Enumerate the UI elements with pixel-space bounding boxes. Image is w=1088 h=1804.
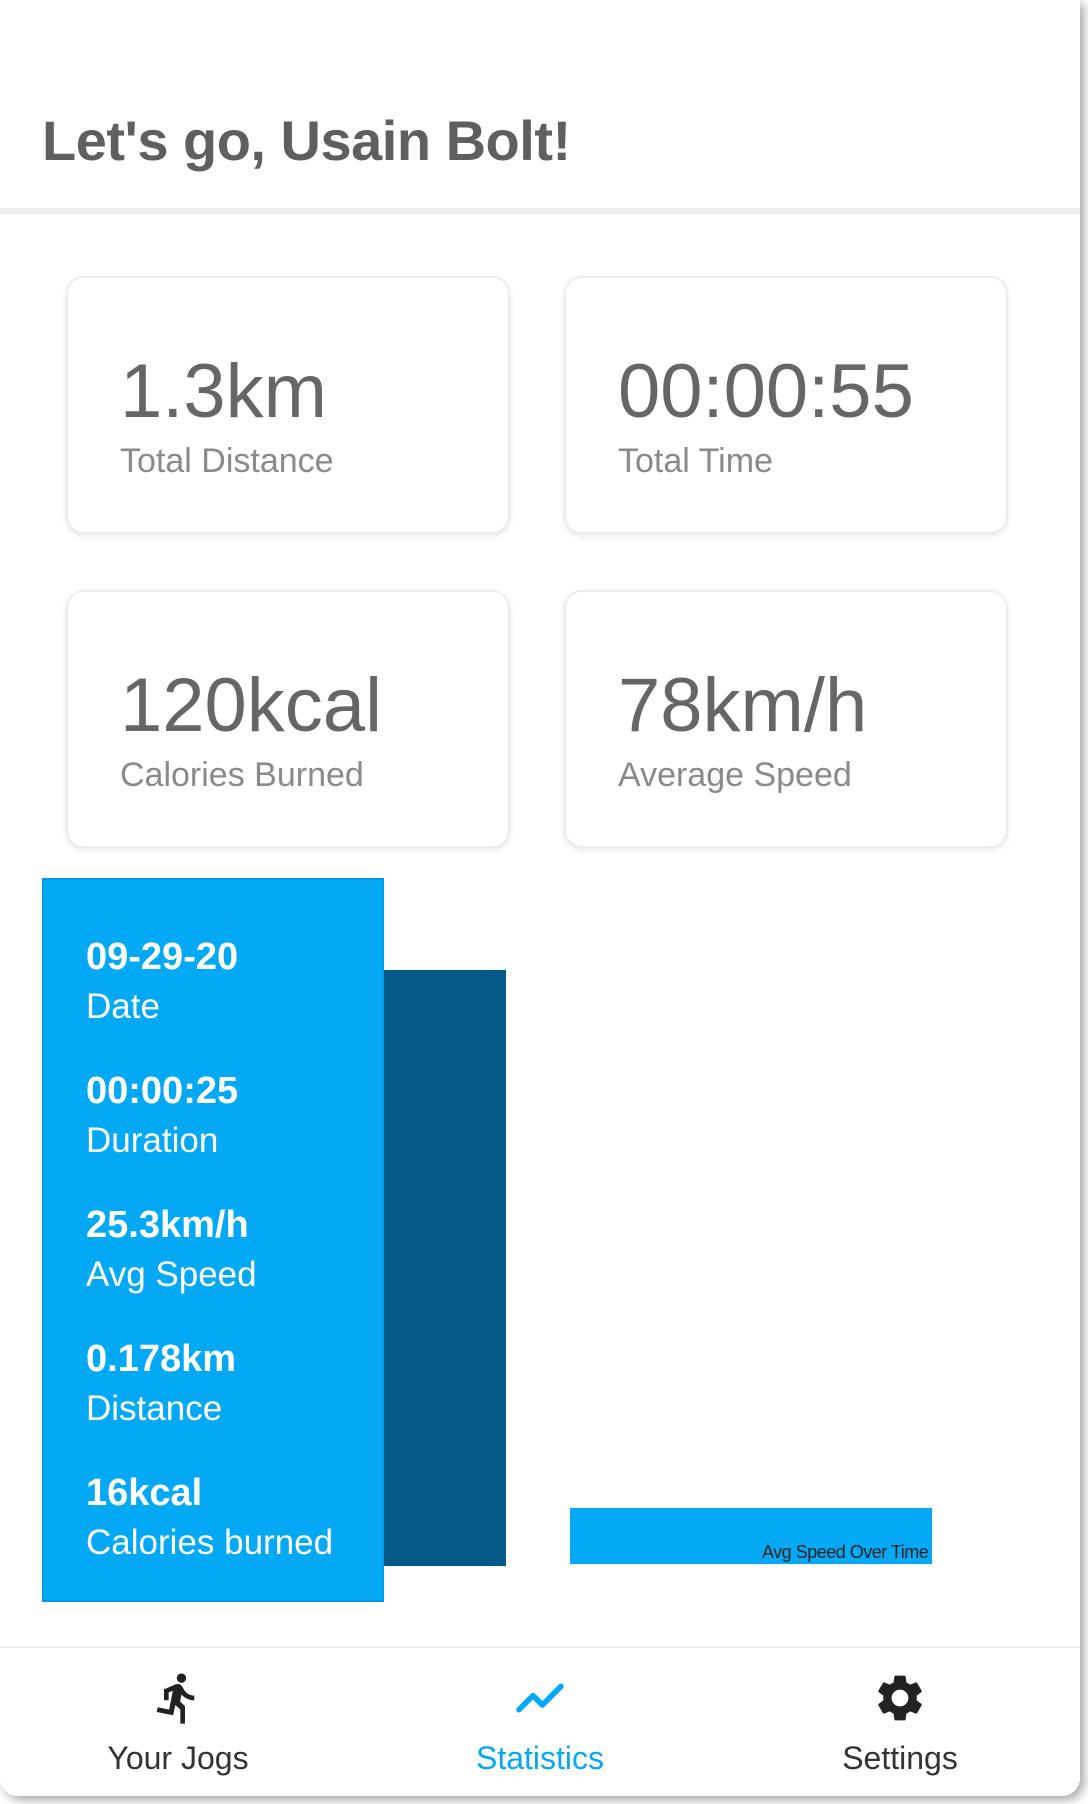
- gear-icon: [878, 1675, 922, 1721]
- tooltip-label: Date: [86, 987, 160, 1026]
- stat-label: Total Distance: [120, 442, 334, 480]
- stat-card-total-distance: 1.3km Total Distance: [66, 276, 510, 534]
- page-title: Let's go, Usain Bolt!: [42, 109, 571, 172]
- stat-value: 1.3km: [120, 349, 327, 434]
- stat-label: Total Time: [618, 442, 773, 480]
- nav-item-your-jogs[interactable]: Your Jogs: [28, 1648, 328, 1796]
- stat-label: Calories Burned: [120, 756, 364, 794]
- stat-value: 00:00:55: [618, 349, 914, 434]
- tooltip-value: 16kcal: [86, 1472, 203, 1514]
- tooltip-label: Distance: [86, 1389, 223, 1428]
- chart-bar-selected[interactable]: [382, 970, 506, 1566]
- app-header: Let's go, Usain Bolt!: [0, 0, 1080, 214]
- tooltip-date: 09-29-20 Date: [86, 936, 238, 1027]
- tooltip-distance: 0.178km Distance: [86, 1338, 236, 1429]
- nav-item-statistics[interactable]: Statistics: [390, 1648, 690, 1796]
- tooltip-value: 0.178km: [86, 1338, 237, 1380]
- stat-value: 78km/h: [618, 663, 868, 748]
- nav-label: Statistics: [475, 1740, 605, 1776]
- stat-card-total-time: 00:00:55 Total Time: [564, 276, 1008, 534]
- stat-card-calories-burned: 120kcal Calories Burned: [66, 590, 510, 848]
- trending-icon: [516, 1683, 564, 1713]
- nav-label: Your Jogs: [107, 1740, 249, 1776]
- avg-speed-chart: Avg Speed Over Time 09-29-20 Date 00:00:…: [0, 870, 1080, 1610]
- tooltip-duration: 00:00:25 Duration: [86, 1070, 238, 1161]
- nav-label: Settings: [842, 1740, 958, 1776]
- tooltip-value: 09-29-20: [86, 936, 239, 978]
- tooltip-label: Duration: [86, 1121, 219, 1160]
- runner-icon: [156, 1673, 195, 1724]
- tooltip-label: Avg Speed: [86, 1255, 257, 1294]
- tooltip-value: 00:00:25: [86, 1070, 239, 1112]
- tooltip-avg-speed: 25.3km/h Avg Speed: [86, 1204, 257, 1295]
- tooltip-label: Calories burned: [86, 1523, 334, 1562]
- nav-item-settings[interactable]: Settings: [750, 1648, 1050, 1796]
- chart-tooltip: 09-29-20 Date 00:00:25 Duration 25.3km/h…: [42, 878, 384, 1602]
- tooltip-calories: 16kcal Calories burned: [86, 1472, 333, 1563]
- stat-value: 120kcal: [120, 663, 382, 748]
- bottom-navigation: Your Jogs Statistics Settings: [0, 1646, 1080, 1796]
- stat-card-average-speed: 78km/h Average Speed: [564, 590, 1008, 848]
- chart-legend: Avg Speed Over Time: [762, 1542, 929, 1562]
- tooltip-value: 25.3km/h: [86, 1204, 249, 1246]
- app-screen: Let's go, Usain Bolt! 1.3km Total Distan…: [0, 0, 1080, 1796]
- stat-label: Average Speed: [618, 756, 852, 794]
